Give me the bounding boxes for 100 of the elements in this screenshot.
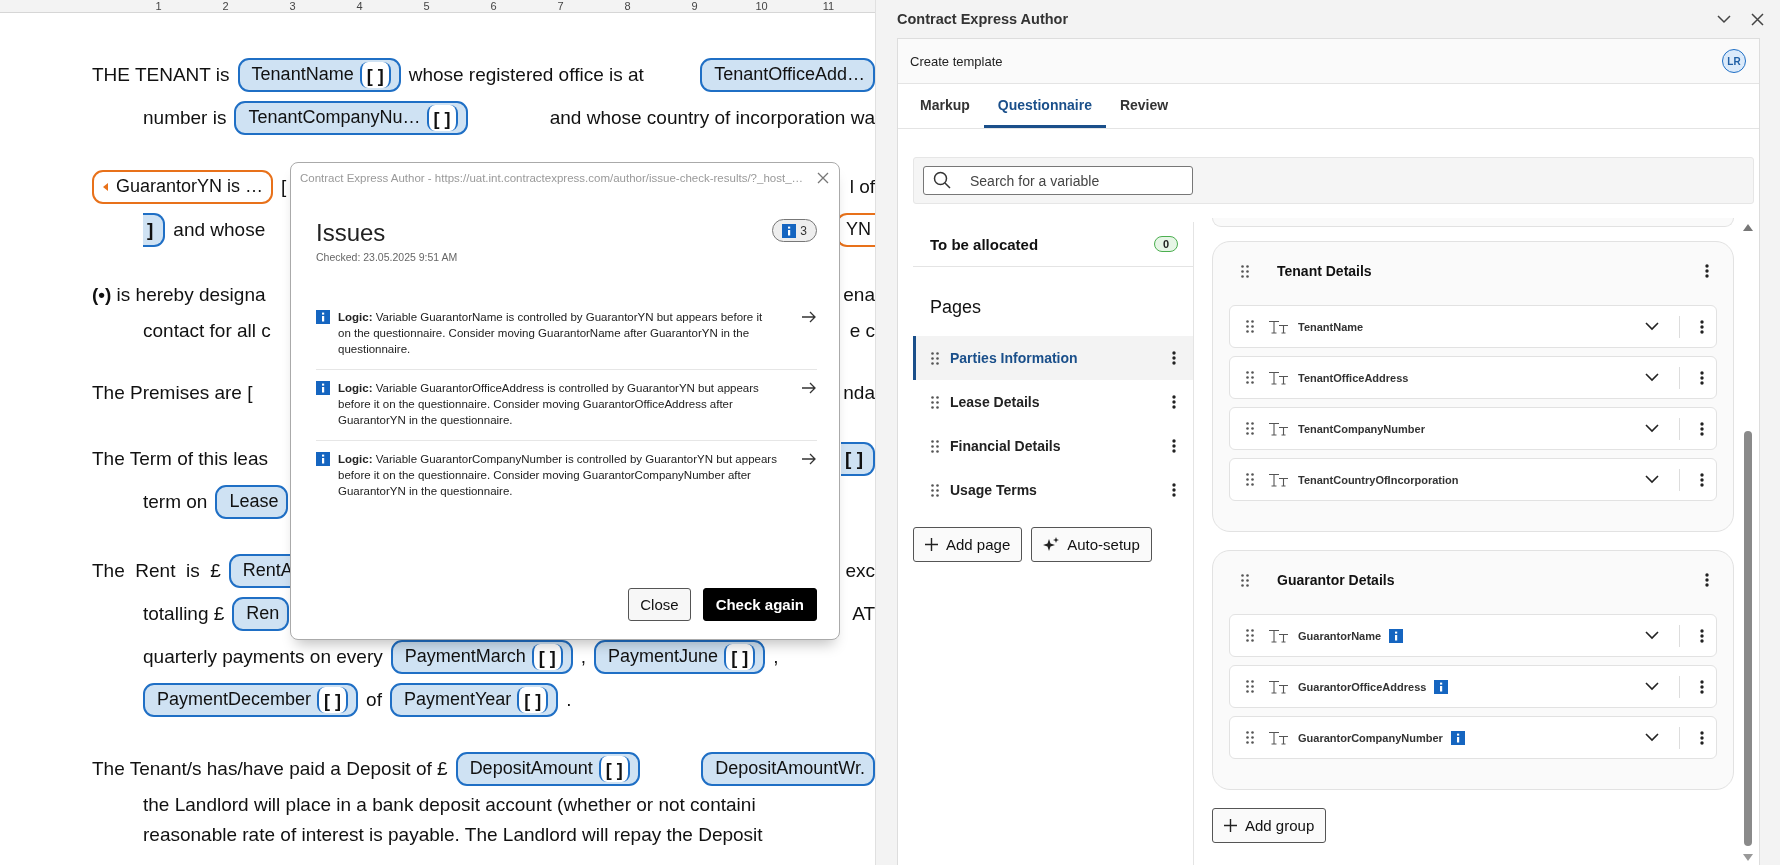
field-tag[interactable]: Ren — [232, 596, 290, 631]
variable-name: TenantCompanyNumber — [1298, 422, 1425, 435]
scroll-up-icon[interactable] — [1743, 224, 1753, 231]
drag-handle-icon[interactable] — [1241, 264, 1249, 278]
more-options-icon[interactable] — [1700, 370, 1704, 385]
variable-row[interactable]: GuarantorOfficeAddress — [1229, 665, 1717, 708]
condition-tag[interactable]: GuarantorYN is … — [92, 169, 274, 204]
more-options-icon[interactable] — [1700, 472, 1704, 487]
drag-handle-icon[interactable] — [1246, 629, 1254, 642]
drag-handle-icon[interactable] — [1246, 320, 1254, 333]
drag-handle-icon[interactable] — [1246, 422, 1254, 435]
field-placeholder: [ ] — [359, 61, 391, 88]
variable-row[interactable]: TenantCountryOfIncorporation — [1229, 458, 1717, 501]
tab[interactable]: Questionnaire — [983, 84, 1106, 128]
close-icon[interactable] — [817, 172, 829, 184]
variable-name: TenantOfficeAddress — [1298, 371, 1409, 384]
ruler-number: 6 — [489, 0, 498, 12]
info-icon[interactable] — [1389, 629, 1404, 643]
more-options-icon[interactable] — [1172, 439, 1176, 453]
document-text: AT — [852, 602, 875, 625]
field-name: TenantOfficeAdd… — [714, 64, 865, 85]
text-type-icon — [1268, 628, 1290, 643]
variable-row[interactable]: GuarantorCompanyNumber — [1229, 716, 1717, 759]
field-tag[interactable]: DepositAmount [ ] — [455, 751, 640, 786]
field-tag[interactable]: DepositAmountWr. — [701, 751, 875, 786]
field-name: TenantCompanyNu… — [248, 107, 421, 128]
info-icon — [316, 310, 330, 324]
text-type-icon — [1268, 730, 1290, 745]
drag-handle-icon[interactable] — [1241, 573, 1249, 587]
more-options-icon[interactable] — [1700, 679, 1704, 694]
page-item[interactable]: Lease Details — [913, 380, 1193, 424]
info-icon[interactable] — [1434, 680, 1449, 694]
field-tag[interactable]: Lease — [215, 484, 289, 519]
drag-handle-icon[interactable] — [931, 351, 939, 365]
field-tag[interactable]: TenantName [ ] — [237, 57, 401, 92]
drag-handle-icon[interactable] — [1246, 371, 1254, 384]
chevron-down-icon[interactable] — [1717, 14, 1731, 24]
page-item[interactable]: Parties Information — [913, 336, 1193, 380]
chevron-down-icon[interactable] — [1645, 631, 1659, 640]
chevron-down-icon[interactable] — [1645, 475, 1659, 484]
field-tag-end[interactable]: ] — [143, 212, 166, 247]
more-options-icon[interactable] — [1705, 264, 1709, 278]
add-group-button[interactable]: Add group — [1212, 808, 1327, 843]
arrow-right-icon[interactable] — [801, 453, 817, 465]
field-tag[interactable]: PaymentMarch [ ] — [390, 639, 573, 674]
page-item[interactable]: Usage Terms — [913, 468, 1193, 512]
chevron-down-icon[interactable] — [1645, 424, 1659, 433]
drag-handle-icon[interactable] — [931, 483, 939, 497]
field-tag-end[interactable]: [ ] — [841, 441, 875, 476]
variable-row[interactable]: GuarantorName — [1229, 614, 1717, 657]
document-text: whose registered office is at — [408, 63, 644, 86]
drag-handle-icon[interactable] — [931, 439, 939, 453]
search-field[interactable]: Search for a variable — [923, 166, 1193, 195]
ruler-number: 5 — [422, 0, 431, 12]
info-icon[interactable] — [1450, 731, 1465, 745]
field-tag[interactable]: PaymentYear [ ] — [389, 682, 559, 717]
field-name: PaymentJune — [608, 646, 719, 667]
field-tag[interactable]: TenantOfficeAdd… — [700, 57, 875, 92]
auto-setup-button[interactable]: Auto-setup — [1031, 527, 1152, 562]
variable-row[interactable]: TenantOfficeAddress — [1229, 356, 1717, 399]
more-options-icon[interactable] — [1172, 351, 1176, 365]
check-again-button[interactable]: Check again — [702, 588, 817, 621]
more-options-icon[interactable] — [1700, 730, 1704, 745]
chevron-down-icon[interactable] — [1645, 682, 1659, 691]
more-options-icon[interactable] — [1705, 573, 1709, 587]
drag-handle-icon[interactable] — [931, 395, 939, 409]
checked-time: Checked: 23.05.2025 9:51 AM — [316, 251, 458, 263]
add-page-button[interactable]: Add page — [913, 527, 1023, 562]
chevron-down-icon[interactable] — [1645, 322, 1659, 331]
chevron-down-icon[interactable] — [1645, 373, 1659, 382]
tab[interactable]: Markup — [906, 84, 984, 128]
close-icon[interactable] — [1751, 12, 1764, 26]
field-tag[interactable]: TenantCompanyNu… [ ] — [234, 100, 468, 135]
close-button[interactable]: Close — [628, 588, 691, 621]
more-options-icon[interactable] — [1700, 421, 1704, 436]
drag-handle-icon[interactable] — [1246, 473, 1254, 486]
more-options-icon[interactable] — [1172, 483, 1176, 497]
drag-handle-icon[interactable] — [1246, 680, 1254, 693]
field-placeholder: [ ] — [426, 104, 458, 131]
arrow-right-icon[interactable] — [801, 382, 817, 394]
tab[interactable]: Review — [1105, 84, 1183, 128]
variable-row[interactable]: TenantName — [1229, 305, 1717, 348]
field-tag[interactable]: PaymentDecember [ ] — [143, 682, 359, 717]
document-text: , — [773, 645, 779, 668]
ruler-number: 10 — [754, 0, 769, 12]
page-item[interactable]: Financial Details — [913, 424, 1193, 468]
chevron-down-icon[interactable] — [1645, 733, 1659, 742]
text-type-icon — [1268, 472, 1290, 487]
more-options-icon[interactable] — [1172, 395, 1176, 409]
document-text: ena — [843, 284, 875, 306]
document-text: contact for all c — [143, 320, 271, 342]
field-tag[interactable]: PaymentJune [ ] — [594, 639, 766, 674]
scroll-down-icon[interactable] — [1743, 854, 1753, 861]
user-avatar[interactable]: LR — [1722, 49, 1746, 73]
arrow-right-icon[interactable] — [801, 311, 817, 323]
document-text: of — [366, 688, 382, 711]
drag-handle-icon[interactable] — [1246, 731, 1254, 744]
more-options-icon[interactable] — [1700, 628, 1704, 643]
more-options-icon[interactable] — [1700, 319, 1704, 334]
variable-row[interactable]: TenantCompanyNumber — [1229, 407, 1717, 450]
